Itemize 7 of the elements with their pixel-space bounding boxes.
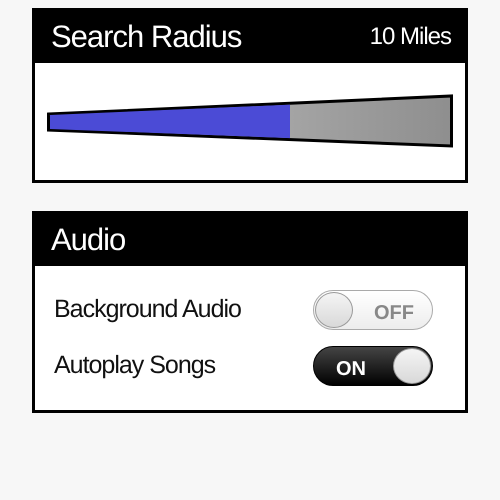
radius-slider-track[interactable] [47, 94, 453, 150]
panel-title: Audio [51, 220, 126, 259]
toggle-switch[interactable]: ON [313, 346, 433, 386]
setting-label: Background Audio [54, 294, 241, 326]
setting-label: Autoplay Songs [54, 350, 216, 382]
radius-reading: 10 Miles [370, 22, 451, 52]
panel-title: Search Radius [51, 18, 242, 56]
